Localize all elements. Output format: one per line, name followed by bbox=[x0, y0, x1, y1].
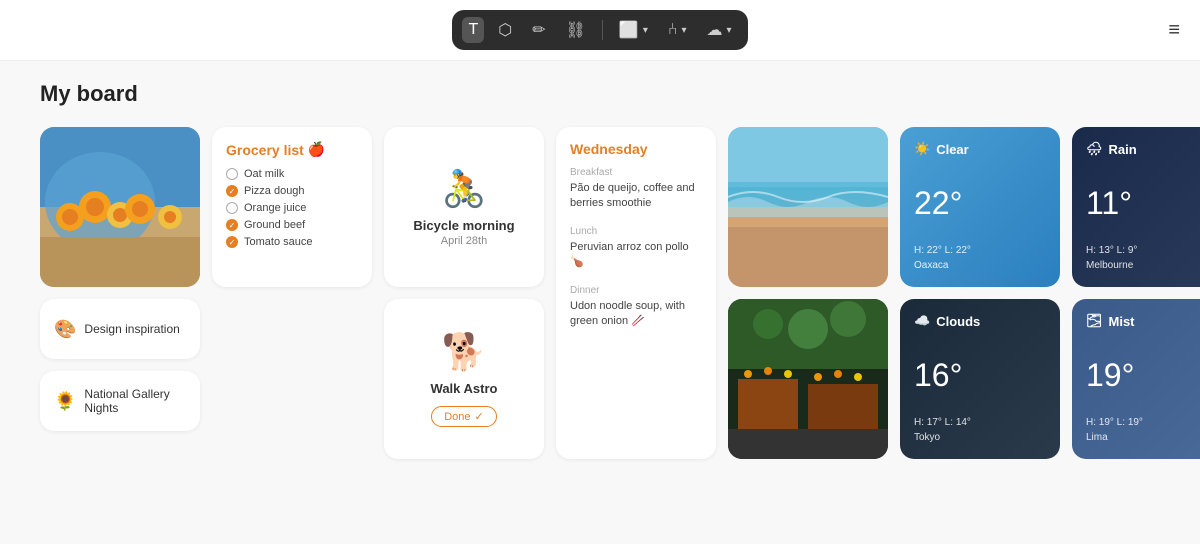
lunch-label: Lunch bbox=[570, 226, 702, 237]
pen-tool-icon: ✏ bbox=[532, 20, 545, 40]
toolbar: T ⬡ ✏ ⛓ ⬜ ▾ ⑃ ▾ ☁ ▾ ≡ bbox=[0, 0, 1200, 61]
checkbox-unchecked[interactable] bbox=[226, 168, 238, 180]
design-inspiration-card[interactable]: 🎨 Design inspiration bbox=[40, 299, 200, 359]
weather-condition-oaxaca: ☀️ Clear bbox=[914, 141, 1046, 157]
design-emoji: 🎨 bbox=[54, 319, 76, 340]
checkbox-unchecked-2[interactable] bbox=[226, 202, 238, 214]
checkbox-checked[interactable] bbox=[226, 185, 238, 197]
lunch-section: Lunch Peruvian arroz con pollo 🍗 bbox=[570, 226, 702, 271]
walk-astro-card: 🐕 Walk Astro Done ✓ bbox=[384, 299, 544, 459]
bicycle-morning-card: 🚴 Bicycle morning April 28th bbox=[384, 127, 544, 287]
col-weather: ☀️ Clear 22° H: 22° L: 22° Oaxaca 🌧 bbox=[900, 127, 1200, 459]
weather-condition-lima: 🌫 Mist bbox=[1086, 313, 1200, 329]
weather-temp-lima: 19° bbox=[1086, 335, 1200, 415]
checkbox-checked-2[interactable] bbox=[226, 219, 238, 231]
text-tool-button[interactable]: T bbox=[462, 17, 484, 43]
shape-tool-button[interactable]: ⬡ bbox=[492, 16, 518, 44]
shape-tool-icon: ⬡ bbox=[498, 20, 512, 40]
grocery-item-oj[interactable]: Orange juice bbox=[226, 202, 358, 214]
bicycle-emoji: 🚴 bbox=[442, 168, 487, 210]
weather-card-lima: 🌫 Mist 19° H: 19° L: 19° Lima bbox=[1072, 299, 1200, 459]
weather-temp-oaxaca: 22° bbox=[914, 163, 1046, 243]
weather-details-melbourne: H: 13° L: 9° Melbourne bbox=[1086, 243, 1200, 273]
grocery-title: Grocery list 🍎 bbox=[226, 141, 358, 158]
breakfast-label: Breakfast bbox=[570, 167, 702, 178]
flower-image bbox=[40, 127, 200, 287]
grocery-item-oatmilk[interactable]: Oat milk bbox=[226, 168, 358, 180]
connect-tool-chevron: ▾ bbox=[681, 25, 686, 36]
bicycle-title: Bicycle morning bbox=[413, 218, 514, 233]
breakfast-text: Pão de queijo, coffee and berries smooth… bbox=[570, 181, 702, 212]
connect-tool-button[interactable]: ⑃ ▾ bbox=[662, 17, 693, 43]
board-wrapper: 🎨 Design inspiration 🌻 National Gallery … bbox=[40, 127, 1160, 459]
weather-temp-tokyo: 16° bbox=[914, 335, 1046, 415]
col-wednesday: Wednesday Breakfast Pão de queijo, coffe… bbox=[556, 127, 716, 459]
grocery-item-beef[interactable]: Ground beef bbox=[226, 219, 358, 231]
col-photos-right bbox=[728, 127, 888, 459]
link-tool-button[interactable]: ⛓ bbox=[560, 16, 592, 44]
walk-title: Walk Astro bbox=[431, 381, 498, 396]
toolbar-group: T ⬡ ✏ ⛓ ⬜ ▾ ⑃ ▾ ☁ ▾ bbox=[452, 10, 747, 50]
gallery-title: National Gallery Nights bbox=[84, 387, 186, 415]
weather-condition-melbourne: 🌧 Rain bbox=[1086, 141, 1200, 157]
weather-details-oaxaca: H: 22° L: 22° Oaxaca bbox=[914, 243, 1046, 273]
grocery-item-tomato[interactable]: Tomato sauce bbox=[226, 236, 358, 248]
walk-emoji: 🐕 bbox=[442, 331, 487, 373]
link-tool-icon: ⛓ bbox=[566, 20, 586, 40]
breakfast-section: Breakfast Pão de queijo, coffee and berr… bbox=[570, 167, 702, 212]
done-badge[interactable]: Done ✓ bbox=[431, 406, 497, 427]
col-photos-left: 🎨 Design inspiration 🌻 National Gallery … bbox=[40, 127, 200, 459]
frame-tool-button[interactable]: ⬜ ▾ bbox=[613, 16, 654, 44]
design-title: Design inspiration bbox=[84, 322, 179, 336]
bicycle-date: April 28th bbox=[441, 235, 487, 247]
weather-card-melbourne: 🌧 Rain 11° H: 13° L: 9° Melbourne bbox=[1072, 127, 1200, 287]
main-content: My board bbox=[0, 61, 1200, 479]
dinner-text: Udon noodle soup, with green onion 🥢 bbox=[570, 299, 702, 330]
dinner-label: Dinner bbox=[570, 285, 702, 296]
col-bicycle-walk: 🚴 Bicycle morning April 28th 🐕 Walk Astr… bbox=[384, 127, 544, 459]
lunch-text: Peruvian arroz con pollo 🍗 bbox=[570, 240, 702, 271]
weather-condition-tokyo: ☁️ Clouds bbox=[914, 313, 1046, 329]
weather-details-lima: H: 19° L: 19° Lima bbox=[1086, 415, 1200, 445]
flower-photo-card bbox=[40, 127, 200, 287]
beach-photo-card bbox=[728, 127, 888, 287]
clear-icon: ☀️ bbox=[914, 141, 930, 157]
national-gallery-card[interactable]: 🌻 National Gallery Nights bbox=[40, 371, 200, 431]
mist-icon: 🌫 bbox=[1086, 313, 1103, 329]
grocery-item-pizza[interactable]: Pizza dough bbox=[226, 185, 358, 197]
rain-icon: 🌧 bbox=[1086, 141, 1103, 157]
weather-row-1: ☀️ Clear 22° H: 22° L: 22° Oaxaca 🌧 bbox=[900, 127, 1200, 287]
weather-details-tokyo: H: 17° L: 14° Tokyo bbox=[914, 415, 1046, 445]
cloud-tool-icon: ☁ bbox=[707, 20, 723, 40]
checkbox-checked-3[interactable] bbox=[226, 236, 238, 248]
col-grocery: Grocery list 🍎 Oat milk Pizza dough Oran… bbox=[212, 127, 372, 459]
weather-temp-melbourne: 11° bbox=[1086, 163, 1200, 243]
wednesday-card: Wednesday Breakfast Pão de queijo, coffe… bbox=[556, 127, 716, 459]
wednesday-title: Wednesday bbox=[570, 141, 702, 157]
grocery-list-card: Grocery list 🍎 Oat milk Pizza dough Oran… bbox=[212, 127, 372, 287]
cloud-tool-button[interactable]: ☁ ▾ bbox=[701, 16, 738, 44]
weather-row-2: ☁️ Clouds 16° H: 17° L: 14° Tokyo 🌫 bbox=[900, 299, 1200, 459]
menu-icon[interactable]: ≡ bbox=[1168, 19, 1180, 42]
toolbar-divider-1 bbox=[602, 20, 603, 40]
dinner-section: Dinner Udon noodle soup, with green onio… bbox=[570, 285, 702, 330]
frame-tool-icon: ⬜ bbox=[619, 20, 639, 40]
board-title: My board bbox=[40, 81, 1160, 107]
cloud-tool-chevron: ▾ bbox=[727, 25, 732, 36]
weather-card-tokyo: ☁️ Clouds 16° H: 17° L: 14° Tokyo bbox=[900, 299, 1060, 459]
market-photo-card bbox=[728, 299, 888, 459]
pen-tool-button[interactable]: ✏ bbox=[526, 16, 551, 44]
connect-tool-icon: ⑃ bbox=[668, 21, 678, 39]
gallery-emoji: 🌻 bbox=[54, 391, 76, 412]
frame-tool-chevron: ▾ bbox=[643, 25, 648, 36]
clouds-icon: ☁️ bbox=[914, 313, 930, 329]
weather-card-oaxaca: ☀️ Clear 22° H: 22° L: 22° Oaxaca bbox=[900, 127, 1060, 287]
text-tool-icon: T bbox=[468, 21, 478, 39]
